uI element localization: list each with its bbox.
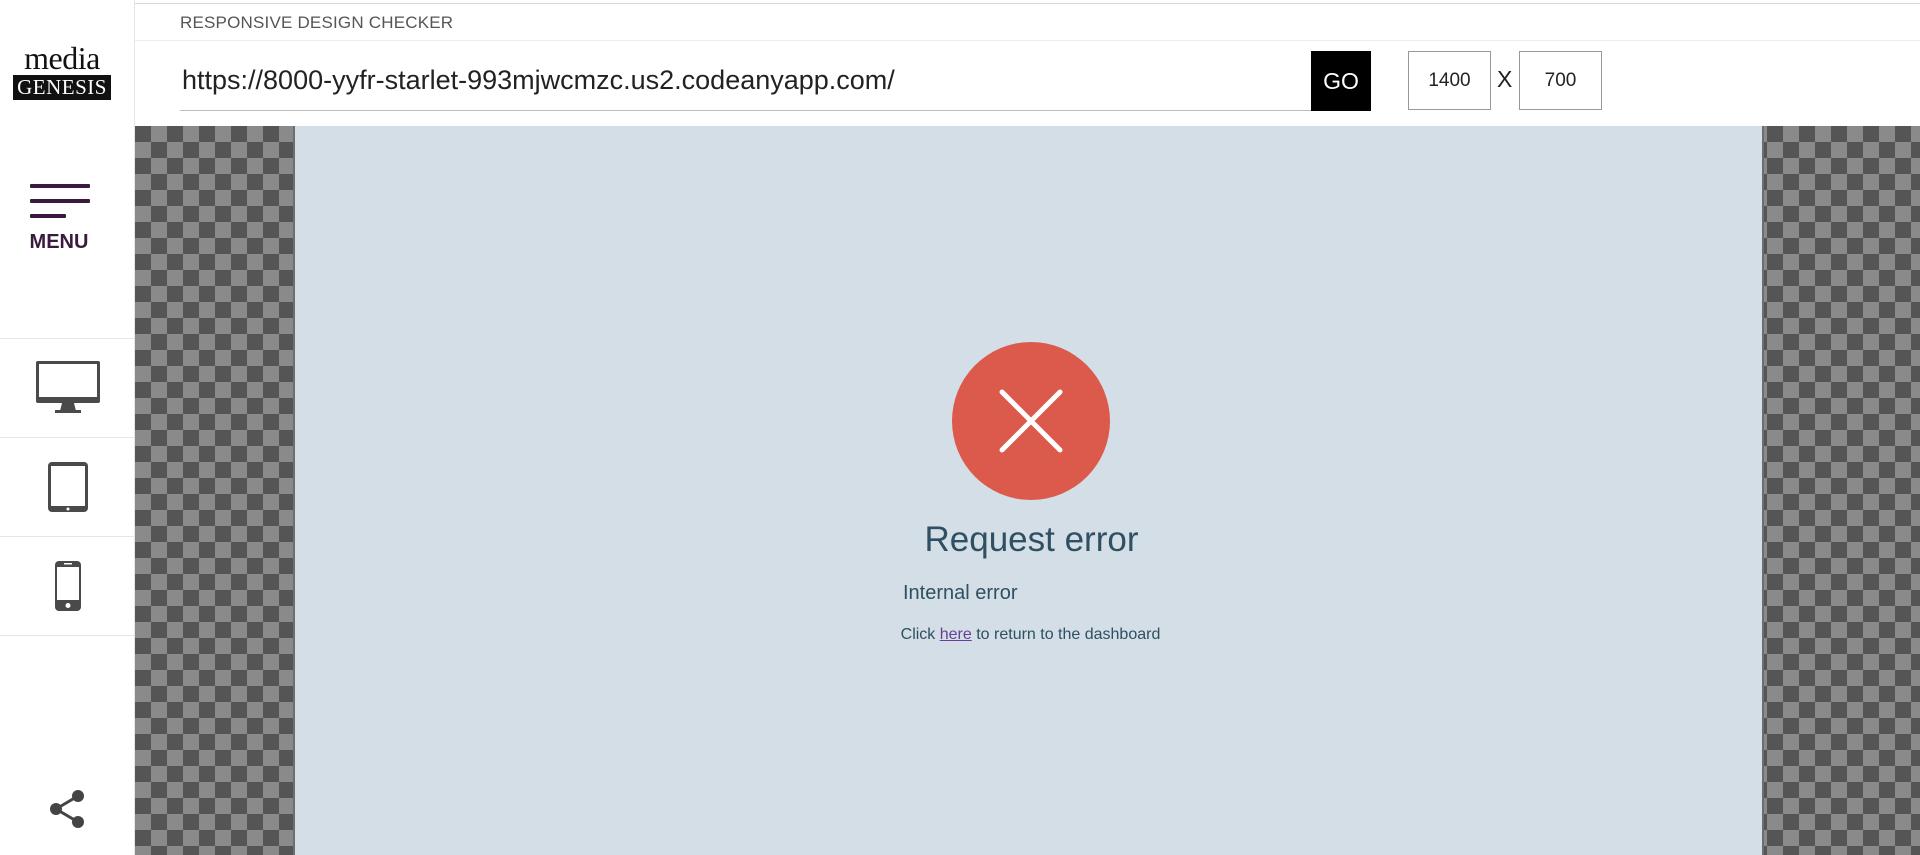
error-badge	[952, 342, 1110, 500]
hamburger-icon	[30, 184, 90, 218]
sidebar: media GENESIS MENU	[0, 0, 135, 855]
close-icon	[999, 389, 1063, 453]
height-input[interactable]	[1519, 51, 1602, 110]
error-message: Internal error	[903, 582, 1018, 604]
top-border	[0, 3, 1920, 4]
phone-view-button[interactable]	[0, 537, 135, 636]
dashboard-link-line: Click here to return to the dashboard	[295, 626, 1766, 644]
url-field	[180, 51, 1311, 111]
dimension-separator: X	[1497, 66, 1513, 92]
tablet-icon	[47, 462, 88, 512]
menu-label: MENU	[29, 231, 89, 253]
share-icon	[50, 790, 84, 828]
share-button[interactable]	[46, 788, 88, 830]
preview-frame[interactable]: Request error Internal error Click here …	[293, 126, 1764, 855]
link-prefix: Click	[900, 626, 940, 643]
desktop-icon	[35, 361, 100, 413]
tablet-view-button[interactable]	[0, 438, 135, 537]
width-input[interactable]	[1408, 51, 1491, 110]
go-button[interactable]: GO	[1311, 51, 1371, 111]
phone-icon	[54, 561, 81, 611]
responsive-checker-app: media GENESIS MENU RESPONSIVE DESIGN CHE…	[0, 0, 1920, 855]
url-input[interactable]	[180, 51, 1311, 109]
desktop-view-button[interactable]	[0, 339, 135, 438]
logo-bottom-text: GENESIS	[13, 75, 111, 100]
link-suffix: to return to the dashboard	[971, 626, 1161, 643]
error-title: Request error	[924, 520, 1139, 559]
dashboard-link[interactable]: here	[940, 626, 972, 643]
app-title: RESPONSIVE DESIGN CHECKER	[180, 13, 454, 32]
header-divider	[135, 40, 1920, 41]
media-genesis-logo[interactable]: media GENESIS	[13, 42, 111, 100]
device-selector	[0, 338, 135, 636]
menu-button[interactable]: MENU	[22, 178, 96, 258]
logo-top-text: media	[24, 40, 100, 76]
